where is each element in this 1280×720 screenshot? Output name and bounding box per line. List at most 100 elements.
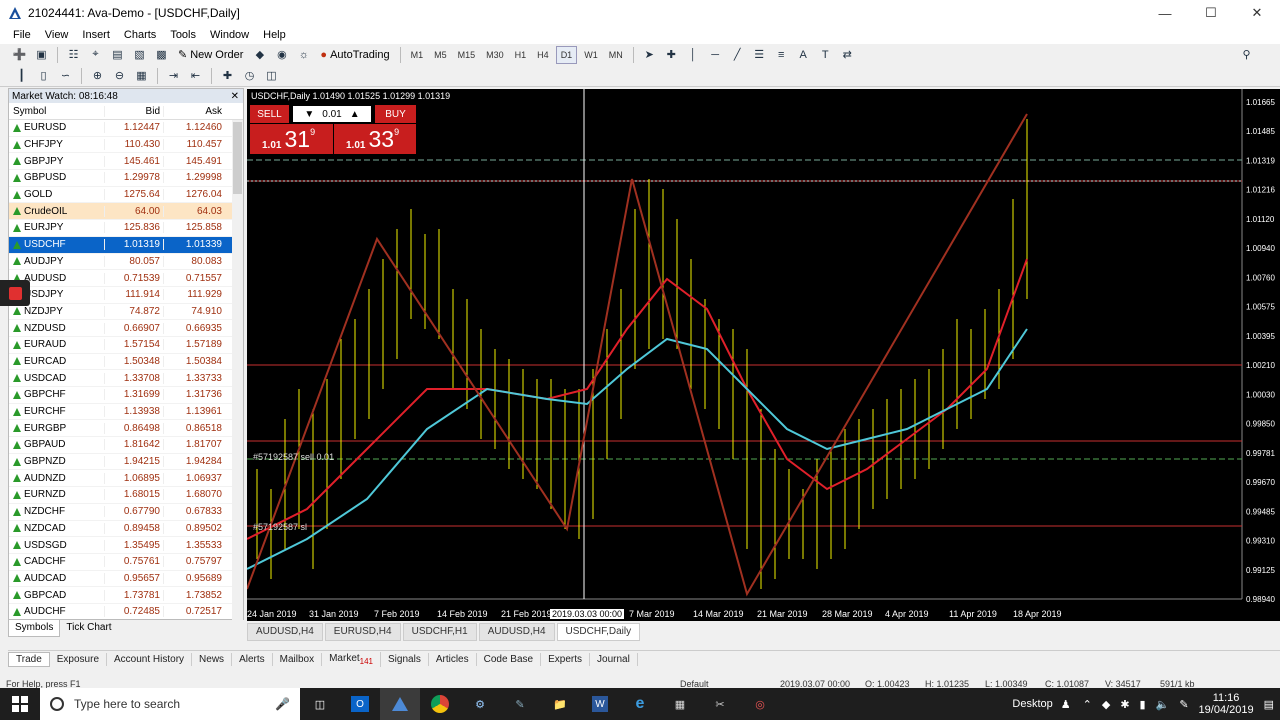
market-watch-row[interactable]: USDCAD 1.33708 1.33733 bbox=[9, 370, 243, 387]
app-icon[interactable]: ⚙ bbox=[460, 688, 500, 720]
tf-mn[interactable]: MN bbox=[605, 46, 627, 64]
battery-icon[interactable]: ▮ bbox=[1140, 698, 1146, 711]
word-icon[interactable]: W bbox=[580, 688, 620, 720]
search-box[interactable]: Type here to search 🎤 bbox=[40, 688, 300, 720]
data-window-icon[interactable]: ⌖ bbox=[86, 46, 105, 64]
market-watch-row[interactable]: GBPAUD 1.81642 1.81707 bbox=[9, 437, 243, 454]
tf-m30[interactable]: M30 bbox=[482, 46, 508, 64]
chart-tab[interactable]: EURUSD,H4 bbox=[324, 623, 401, 641]
zoom-out-icon[interactable]: ⊖ bbox=[110, 67, 129, 85]
market-watch-row[interactable]: GOLD 1275.64 1276.04 bbox=[9, 187, 243, 204]
col-symbol[interactable]: Symbol bbox=[9, 106, 104, 117]
tf-h4[interactable]: H4 bbox=[533, 46, 553, 64]
recorder-icon[interactable]: ◎ bbox=[740, 688, 780, 720]
market-watch-row[interactable]: GBPNZD 1.94215 1.94284 bbox=[9, 454, 243, 471]
chevron-up-icon[interactable]: ⌃ bbox=[1083, 698, 1092, 711]
tab-exposure[interactable]: Exposure bbox=[50, 653, 108, 666]
market-watch-row[interactable]: NZDUSD 0.66907 0.66935 bbox=[9, 320, 243, 337]
market-watch-icon[interactable]: ☷ bbox=[64, 46, 83, 64]
market-watch-row[interactable]: EURGBP 0.86498 0.86518 bbox=[9, 420, 243, 438]
tab-account-history[interactable]: Account History bbox=[107, 653, 193, 666]
notification-icon[interactable]: ▤ bbox=[1264, 698, 1274, 711]
market-watch-row[interactable]: EURUSD 1.12447 1.12460 bbox=[9, 120, 243, 137]
terminal-icon[interactable]: ▧ bbox=[130, 46, 149, 64]
market-watch-row[interactable]: AUDUSD 0.71539 0.71557 bbox=[9, 270, 243, 287]
tab-market[interactable]: Market141 bbox=[322, 652, 382, 667]
tf-m15[interactable]: M15 bbox=[454, 46, 480, 64]
tab-symbols[interactable]: Symbols bbox=[8, 620, 61, 637]
tab-articles[interactable]: Articles bbox=[429, 653, 477, 666]
people-icon[interactable]: ♟ bbox=[1061, 698, 1071, 711]
minimize-button[interactable]: — bbox=[1142, 0, 1188, 26]
market-watch-row[interactable]: USDJPY 111.914 111.929 bbox=[9, 287, 243, 304]
tf-m1[interactable]: M1 bbox=[407, 46, 428, 64]
menu-view[interactable]: View bbox=[38, 29, 76, 41]
volume-icon[interactable]: 🔈 bbox=[1156, 698, 1170, 711]
close-window-button[interactable]: ✕ bbox=[1234, 0, 1280, 26]
menu-help[interactable]: Help bbox=[256, 29, 293, 41]
tab-news[interactable]: News bbox=[192, 653, 233, 666]
new-chart-icon[interactable]: ➕ bbox=[10, 46, 29, 64]
tf-w1[interactable]: W1 bbox=[580, 46, 602, 64]
search-icon[interactable]: ⚲ bbox=[1237, 46, 1256, 64]
market-watch-row[interactable]: EURCHF 1.13938 1.13961 bbox=[9, 404, 243, 421]
indicators-icon[interactable]: ✚ bbox=[218, 67, 237, 85]
cursor-icon[interactable]: ➤ bbox=[640, 46, 659, 64]
chart-shift-icon[interactable]: ⇤ bbox=[186, 67, 205, 85]
buy-button[interactable]: BUY bbox=[375, 105, 416, 123]
edge-icon[interactable]: e bbox=[620, 688, 660, 720]
market-watch-row[interactable]: EURCAD 1.50348 1.50384 bbox=[9, 354, 243, 371]
signals-icon[interactable]: ◉ bbox=[272, 46, 291, 64]
market-icon[interactable]: ☼ bbox=[294, 46, 313, 64]
desktop-label[interactable]: Desktop bbox=[1012, 698, 1052, 710]
maximize-button[interactable]: ☐ bbox=[1188, 0, 1234, 26]
windows-start-icon[interactable] bbox=[0, 688, 40, 720]
metatrader-icon[interactable] bbox=[380, 688, 420, 720]
market-watch-row[interactable]: NZDCHF 0.67790 0.67833 bbox=[9, 504, 243, 521]
market-watch-row[interactable]: NZDJPY 74.872 74.910 bbox=[9, 304, 243, 321]
market-watch-row[interactable]: AUDJPY 80.057 80.083 bbox=[9, 254, 243, 271]
candlestick-icon[interactable]: ▯ bbox=[34, 67, 53, 85]
tab-code-base[interactable]: Code Base bbox=[477, 653, 542, 666]
text-icon[interactable]: A bbox=[794, 46, 813, 64]
lot-input[interactable]: ▼ 0.01 ▲ bbox=[293, 106, 371, 122]
zoom-in-icon[interactable]: ⊕ bbox=[88, 67, 107, 85]
fibonacci-icon[interactable]: ≡ bbox=[772, 46, 791, 64]
market-watch-row[interactable]: GBPJPY 145.461 145.491 bbox=[9, 153, 243, 171]
close-icon[interactable]: ✕ bbox=[231, 91, 243, 102]
market-watch-row[interactable]: NZDCAD 0.89458 0.89502 bbox=[9, 521, 243, 538]
new-order-button[interactable]: ✎ New Order bbox=[174, 46, 247, 64]
chart-canvas[interactable]: USDCHF,Daily 1.01490 1.01525 1.01299 1.0… bbox=[247, 89, 1280, 621]
market-watch-row[interactable]: EURJPY 125.836 125.858 bbox=[9, 220, 243, 237]
market-watch-row[interactable]: AUDCHF 0.72485 0.72517 bbox=[9, 604, 243, 621]
bluetooth-icon[interactable]: ✱ bbox=[1120, 698, 1129, 711]
market-watch-row[interactable]: EURNZD 1.68015 1.68070 bbox=[9, 487, 243, 504]
file-explorer-icon[interactable]: 📁 bbox=[540, 688, 580, 720]
tab-journal[interactable]: Journal bbox=[590, 653, 638, 666]
clock[interactable]: 11:16 19/04/2019 bbox=[1199, 692, 1254, 716]
label-icon[interactable]: T bbox=[816, 46, 835, 64]
tf-d1[interactable]: D1 bbox=[555, 45, 578, 64]
tile-windows-icon[interactable]: ▦ bbox=[132, 67, 151, 85]
pen-icon[interactable]: ✎ bbox=[1179, 698, 1188, 711]
horizontal-line-icon[interactable]: ─ bbox=[706, 46, 725, 64]
periods-icon[interactable]: ◷ bbox=[240, 67, 259, 85]
gold-bar-icon[interactable]: ◆ bbox=[250, 46, 269, 64]
calculator-icon[interactable]: ▦ bbox=[660, 688, 700, 720]
profiles-icon[interactable]: ▣ bbox=[32, 46, 51, 64]
sell-button[interactable]: SELL bbox=[250, 105, 289, 123]
market-watch-row[interactable]: AUDNZD 1.06895 1.06937 bbox=[9, 470, 243, 488]
task-view-icon[interactable]: ◫ bbox=[300, 688, 340, 720]
tab-experts[interactable]: Experts bbox=[541, 653, 591, 666]
snipping-tool-icon[interactable]: ✂ bbox=[700, 688, 740, 720]
autoscroll-icon[interactable]: ⇥ bbox=[164, 67, 183, 85]
market-watch-row[interactable]: CHFJPY 110.430 110.457 bbox=[9, 137, 243, 154]
market-watch-scrollbar[interactable] bbox=[232, 120, 243, 620]
tf-m5[interactable]: M5 bbox=[430, 46, 451, 64]
market-watch-row[interactable]: GBPCAD 1.73781 1.73852 bbox=[9, 587, 243, 604]
buy-price[interactable]: 1.01 33 9 bbox=[334, 124, 416, 154]
autotrading-button[interactable]: ● AutoTrading bbox=[316, 46, 393, 64]
chart-tab[interactable]: USDCHF,H1 bbox=[402, 623, 477, 641]
market-watch-row[interactable]: USDSGD 1.35495 1.35533 bbox=[9, 537, 243, 554]
menu-insert[interactable]: Insert bbox=[75, 29, 117, 41]
